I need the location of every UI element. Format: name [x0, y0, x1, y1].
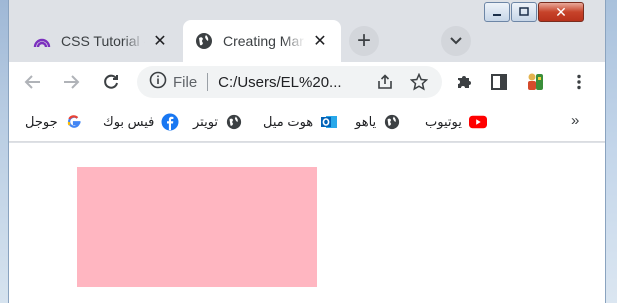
close-icon[interactable]: ✕ [311, 32, 329, 50]
bookmark-label: يوتيوب [425, 114, 462, 129]
browser-toolbar: File C:/Users/EL%20... [9, 62, 605, 102]
desktop-edge-right [605, 0, 617, 303]
forward-arrow-icon [64, 75, 80, 89]
desktop-edge-left [0, 0, 8, 303]
star-icon [410, 73, 428, 91]
puzzle-icon [458, 76, 471, 88]
outlook-icon [320, 113, 338, 131]
page-content [9, 143, 605, 303]
tab-css-tutorial[interactable]: CSS Tutorial - W3Schools ✕ [21, 20, 181, 62]
info-icon[interactable] [149, 71, 167, 93]
extensions-button[interactable] [450, 68, 478, 96]
avatar [528, 73, 543, 90]
reload-button[interactable] [97, 68, 125, 96]
bookmark-label: جوجل [25, 114, 58, 129]
minimize-button[interactable] [484, 2, 510, 22]
bookmark-google[interactable]: جوجل [25, 111, 83, 133]
bookmark-yahoo[interactable]: ياهو [355, 111, 401, 133]
bookmark-facebook[interactable]: فيس بوك [103, 111, 179, 133]
tab-title: CSS Tutorial - W3Schools [61, 33, 145, 49]
bookmark-star-button[interactable] [405, 68, 433, 96]
bookmark-label: فيس بوك [103, 114, 155, 129]
google-icon [65, 113, 83, 131]
margin-demo-box [77, 167, 317, 287]
share-button[interactable] [371, 68, 399, 96]
bookmarks-bar: جوجل فيس بوك تويتر هوت ميل ياهو يوتيوب » [9, 102, 605, 142]
profile-button[interactable] [521, 68, 549, 96]
tab-search-button[interactable] [441, 26, 471, 56]
globe-icon [383, 113, 401, 131]
file-scheme-label: File [173, 73, 198, 91]
more-bookmarks-button[interactable]: » [571, 112, 579, 129]
reload-icon [104, 74, 118, 89]
window-caption-buttons: ✕ [483, 2, 584, 22]
forward-button[interactable] [57, 68, 85, 96]
side-panel-icon [491, 74, 507, 90]
bookmark-twitter[interactable]: تويتر [193, 111, 243, 133]
side-panel-button[interactable] [485, 68, 513, 96]
w3-rainbow-icon [33, 32, 51, 50]
share-icon [378, 74, 392, 89]
url-text[interactable]: C:/Users/EL%20... [218, 74, 341, 91]
browser-window: CSS Tutorial - W3Schools ✕ Creating Marg… [8, 0, 606, 303]
bookmark-label: هوت ميل [263, 114, 314, 129]
new-tab-button[interactable]: + [349, 26, 379, 56]
bookmark-youtube[interactable]: يوتيوب [425, 111, 487, 133]
back-arrow-icon [24, 75, 40, 89]
bookmark-label: ياهو [355, 114, 377, 129]
globe-icon [225, 113, 243, 131]
youtube-icon [468, 113, 487, 131]
tab-strip: CSS Tutorial - W3Schools ✕ Creating Marg… [9, 0, 605, 62]
maximize-button[interactable] [511, 2, 537, 22]
menu-button[interactable] [565, 68, 593, 96]
close-icon[interactable]: ✕ [151, 32, 169, 50]
facebook-icon [161, 113, 179, 131]
divider [207, 73, 209, 91]
window-close-button[interactable]: ✕ [538, 2, 584, 22]
bookmark-label: تويتر [193, 114, 219, 129]
bookmark-hotmail[interactable]: هوت ميل [263, 111, 338, 133]
back-button[interactable] [19, 68, 47, 96]
tab-title: Creating Margins [223, 33, 305, 49]
tab-creating-margins[interactable]: Creating Margins ✕ [183, 20, 341, 62]
kebab-menu-icon [577, 74, 581, 90]
globe-icon [195, 32, 213, 50]
chevron-down-icon [450, 37, 462, 45]
